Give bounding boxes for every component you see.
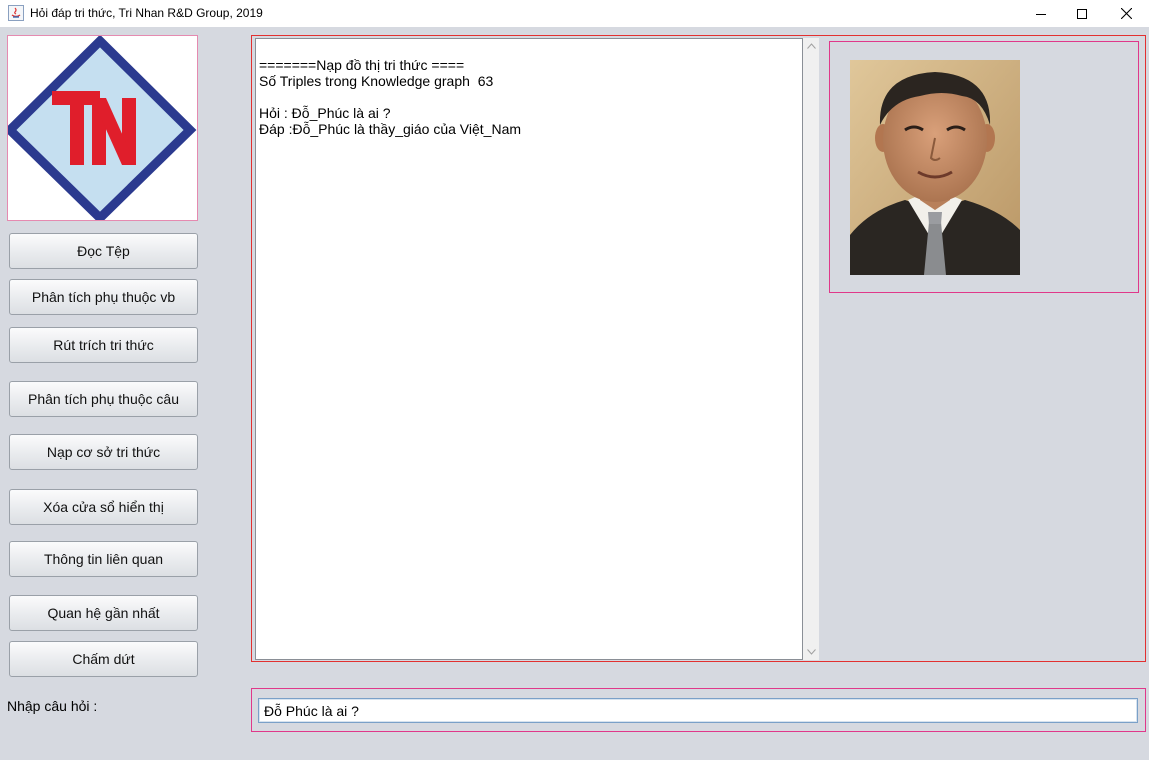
company-logo [7,35,198,221]
person-photo [850,60,1020,275]
analyze-sentence-dependency-button[interactable]: Phân tích phụ thuộc câu [9,381,198,417]
read-file-button[interactable]: Đọc Tệp [9,233,198,269]
question-input[interactable] [258,698,1138,723]
output-line: =======Nạp đồ thị tri thức ==== [259,57,465,73]
exit-button[interactable]: Chấm dứt [9,641,198,677]
minimize-button[interactable] [1018,0,1064,27]
title-bar: Hỏi đáp tri thức, Tri Nhan R&D Group, 20… [0,0,1149,27]
output-line: Hỏi : Đỗ_Phúc là ai ? [259,105,391,121]
minimize-icon [1036,9,1046,19]
extract-knowledge-button[interactable]: Rút trích tri thức [9,327,198,363]
load-knowledge-base-button[interactable]: Nạp cơ sở tri thức [9,434,198,470]
window-title: Hỏi đáp tri thức, Tri Nhan R&D Group, 20… [30,6,263,20]
java-app-icon [8,5,24,21]
photo-panel [829,41,1139,293]
scroll-up-icon[interactable] [803,38,819,54]
scroll-down-icon[interactable] [803,644,819,660]
maximize-button[interactable] [1059,0,1105,27]
question-panel [251,688,1146,732]
output-text-area[interactable]: =======Nạp đồ thị tri thức ==== Số Tripl… [255,38,803,660]
analyze-text-dependency-button[interactable]: Phân tích phụ thuộc vb [9,279,198,315]
maximize-icon [1077,8,1087,19]
output-line: Số Triples trong Knowledge graph 63 [259,73,494,89]
clear-display-button[interactable]: Xóa cửa sổ hiển thị [9,489,198,525]
close-icon [1120,8,1132,19]
output-line: Đáp :Đỗ_Phúc là thầy_giáo của Việt_Nam [259,121,522,137]
vertical-scrollbar[interactable] [803,38,819,660]
question-label: Nhập câu hỏi : [7,698,98,714]
related-info-button[interactable]: Thông tin liên quan [9,541,198,577]
nearest-relation-button[interactable]: Quan hệ gần nhất [9,595,198,631]
close-button[interactable] [1103,0,1149,27]
